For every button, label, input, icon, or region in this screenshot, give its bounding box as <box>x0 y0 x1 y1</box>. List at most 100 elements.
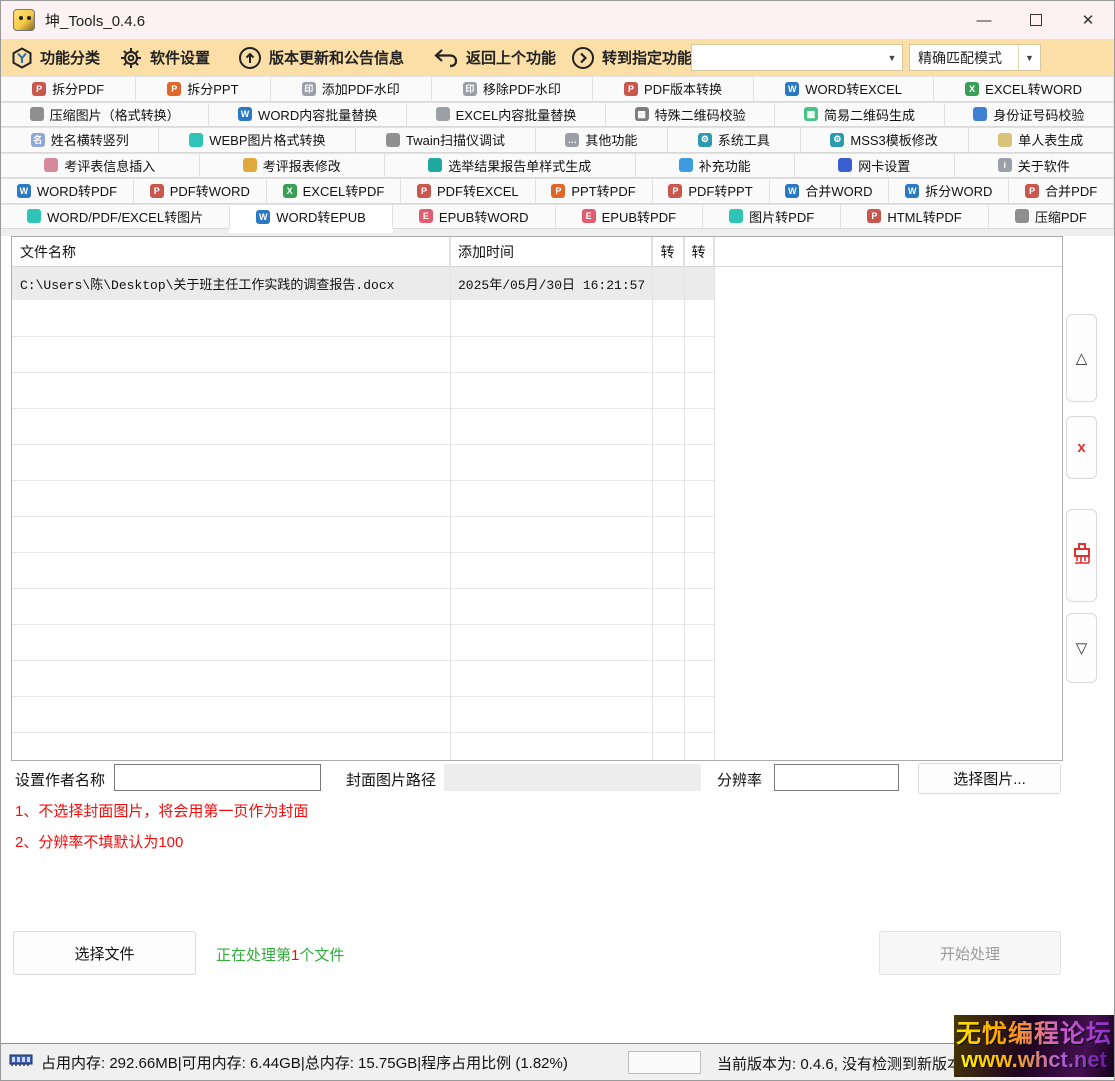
pdf-doc-icon: P <box>32 81 47 96</box>
tab-压缩PDF[interactable]: 压缩PDF <box>987 203 1114 229</box>
tab-拆分PPT[interactable]: P 拆分PPT <box>135 76 271 102</box>
start-processing-button[interactable]: 开始处理 <box>879 931 1061 975</box>
qr-code-icon: ▦ <box>634 107 649 122</box>
tab-考评表信息插入[interactable]: 考评表信息插入 <box>1 152 200 178</box>
tab-WORD内容批量替换[interactable]: W WORD内容批量替换 <box>208 101 407 127</box>
column-header-addtime[interactable]: 添加时间 <box>450 237 652 266</box>
tab-WORD转PDF[interactable]: W WORD转PDF <box>1 178 134 204</box>
toolbar-update-button[interactable]: 版本更新和公告信息 <box>238 39 404 76</box>
tab-特殊二维码校验[interactable]: ▦ 特殊二维码校验 <box>604 101 776 127</box>
move-down-button[interactable]: ▽ <box>1066 613 1097 683</box>
tab-Twain扫描仪调试[interactable]: Twain扫描仪调试 <box>355 127 536 153</box>
tab-EPUB转WORD[interactable]: E EPUB转WORD <box>391 203 556 229</box>
compress-clip-icon <box>29 107 44 122</box>
tab-单人表生成[interactable]: 单人表生成 <box>967 127 1114 153</box>
image-file-icon <box>189 132 204 147</box>
select-image-button[interactable]: 选择图片... <box>918 763 1061 794</box>
delete-item-button[interactable]: x <box>1066 416 1097 479</box>
clear-list-button[interactable] <box>1066 509 1097 602</box>
toolbar-goto-button[interactable]: 转到指定功能 <box>571 39 692 76</box>
tab-简易二维码生成[interactable]: ▦ 简易二维码生成 <box>774 101 945 127</box>
tab-姓名横转竖列[interactable]: 名姓名横转竖列 <box>1 127 160 153</box>
tab-label: WORD转EPUB <box>276 210 366 226</box>
brush-clear-icon <box>1071 542 1093 570</box>
file-table[interactable]: 文件名称 添加时间 转 转 C:\Users\陈\Desktop\关于班主任工作… <box>11 236 1063 761</box>
column-header-convert1[interactable]: 转 <box>652 237 684 266</box>
ppt-file-icon: P <box>551 183 566 198</box>
minimize-button[interactable]: — <box>958 1 1010 39</box>
image-file-icon <box>729 209 744 224</box>
ppt-file-icon: P <box>167 81 182 96</box>
tab-其他功能[interactable]: … 其他功能 <box>534 127 669 153</box>
resolution-input[interactable] <box>774 764 899 791</box>
tab-EXCEL转PDF[interactable]: X EXCEL转PDF <box>265 178 402 204</box>
tab-选举结果报告单样式生成[interactable]: 选举结果报告单样式生成 <box>384 152 636 178</box>
toolbar-back-button[interactable]: 返回上个功能 <box>433 39 556 76</box>
gear-icon: ⚙ <box>697 132 712 147</box>
qr-code-icon: ▦ <box>803 107 818 122</box>
toolbar-item-label: 转到指定功能 <box>602 50 693 67</box>
delete-x-icon: x <box>1077 439 1086 456</box>
tab-PPT转PDF[interactable]: P PPT转PDF <box>534 178 653 204</box>
tab-WORD转EXCEL[interactable]: W WORD转EXCEL <box>753 76 935 102</box>
tab-WEBP图片格式转换[interactable]: WEBP图片格式转换 <box>158 127 357 153</box>
settings-gear-icon <box>119 46 143 70</box>
tab-label: EXCEL转WORD <box>985 82 1082 98</box>
tab-WORD转EPUB[interactable]: W WORD转EPUB <box>229 203 393 229</box>
tab-关于软件[interactable]: i 关于软件 <box>953 152 1114 178</box>
tab-身份证号码校验[interactable]: 身份证号码校验 <box>943 101 1114 127</box>
tab-label: 其他功能 <box>585 133 638 149</box>
column-divider <box>684 237 685 760</box>
note-1: 1、不选择封面图片，将会用第一页作为封面 <box>15 803 309 820</box>
tab-图片转PDF[interactable]: 图片转PDF <box>702 203 842 229</box>
tab-网卡设置[interactable]: 网卡设置 <box>794 152 955 178</box>
chevron-down-icon[interactable]: ▼ <box>882 53 902 63</box>
toolbar-category-button[interactable]: 功能分类 <box>11 39 100 76</box>
word-file-icon: W <box>238 107 253 122</box>
tab-系统工具[interactable]: ⚙ 系统工具 <box>667 127 801 153</box>
tab-PDF转PPT[interactable]: P PDF转PPT <box>651 178 770 204</box>
tab-拆分WORD[interactable]: W 拆分WORD <box>888 178 1010 204</box>
tab-压缩图片（格式转换）[interactable]: 压缩图片（格式转换） <box>1 101 210 127</box>
watermark-stamp-icon: 印 <box>462 81 477 96</box>
compress-clip-icon <box>1014 209 1029 224</box>
toolbar-settings-button[interactable]: 软件设置 <box>119 39 210 76</box>
close-button[interactable]: ✕ <box>1062 1 1114 39</box>
tab-label: 图片转PDF <box>749 209 815 225</box>
tab-添加PDF水印[interactable]: 印添加PDF水印 <box>269 76 432 102</box>
tab-EXCEL内容批量替换[interactable]: EXCEL内容批量替换 <box>405 101 606 127</box>
tab-PDF版本转换[interactable]: P PDF版本转换 <box>591 76 755 102</box>
cell-filename: C:\Users\陈\Desktop\关于班主任工作实践的调查报告.docx <box>20 278 395 293</box>
tab-考评报表修改[interactable]: 考评报表修改 <box>198 152 385 178</box>
tab-PDF转WORD[interactable]: P PDF转WORD <box>132 178 267 204</box>
select-file-button[interactable]: 选择文件 <box>13 931 196 975</box>
tab-合并PDF[interactable]: P 合并PDF <box>1008 178 1114 204</box>
table-row[interactable]: C:\Users\陈\Desktop\关于班主任工作实践的调查报告.docx 20… <box>12 267 714 300</box>
tab-EXCEL转WORD[interactable]: X EXCEL转WORD <box>933 76 1114 102</box>
author-input[interactable] <box>114 764 321 791</box>
tab-拆分PDF[interactable]: P 拆分PDF <box>1 76 137 102</box>
tab-移除PDF水印[interactable]: 印移除PDF水印 <box>430 76 593 102</box>
tab-PDF转EXCEL[interactable]: P PDF转EXCEL <box>400 178 536 204</box>
match-mode-combobox[interactable]: 精确匹配模式 ▼ <box>909 44 1041 71</box>
tab-HTML转PDF[interactable]: P HTML转PDF <box>840 203 989 229</box>
column-header-convert2[interactable]: 转 <box>684 237 714 266</box>
tab-MSS3模板修改[interactable]: ⚙ MSS3模板修改 <box>799 127 969 153</box>
tab-合并WORD[interactable]: W 合并WORD <box>768 178 890 204</box>
cover-path-input[interactable] <box>444 764 701 791</box>
column-header-filename[interactable]: 文件名称 <box>12 237 450 266</box>
ellipsis-circle-icon: … <box>565 132 580 147</box>
report-book-icon <box>428 158 443 173</box>
chevron-down-icon[interactable]: ▼ <box>1018 45 1040 70</box>
doc-half-icon <box>678 158 693 173</box>
tab-EPUB转PDF[interactable]: E EPUB转PDF <box>554 203 704 229</box>
word-file-icon: W <box>785 81 800 96</box>
move-up-button[interactable]: △ <box>1066 314 1097 402</box>
maximize-button[interactable] <box>1010 1 1062 39</box>
table-insert-icon <box>44 158 59 173</box>
tab-补充功能[interactable]: 补充功能 <box>634 152 795 178</box>
info-circle-icon: i <box>997 158 1012 173</box>
pdf-doc-icon: P <box>624 81 639 96</box>
function-search-combobox[interactable]: ▼ <box>691 44 903 71</box>
tab-WORD/PDF/EXCEL转图片[interactable]: WORD/PDF/EXCEL转图片 <box>1 203 231 229</box>
